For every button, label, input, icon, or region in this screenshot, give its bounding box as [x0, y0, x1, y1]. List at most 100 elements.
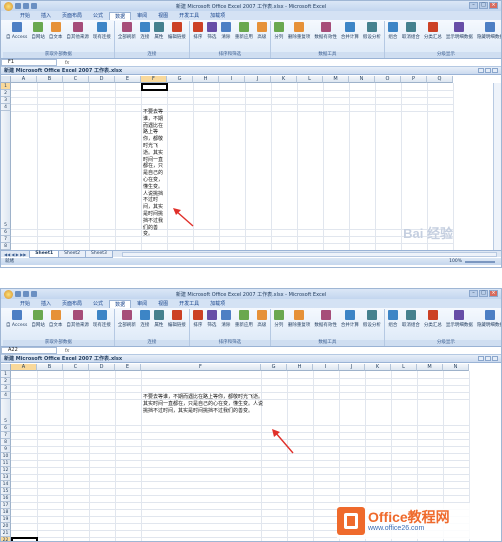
- ribbon-button[interactable]: 重新应用: [235, 310, 253, 328]
- tab-6[interactable]: 视图: [153, 12, 173, 20]
- ribbon-button[interactable]: 自网站: [31, 22, 45, 40]
- ribbon-button[interactable]: 分列: [273, 310, 284, 328]
- column-header[interactable]: Q: [427, 76, 453, 83]
- column-header[interactable]: M: [417, 364, 443, 371]
- active-cell-A22[interactable]: [11, 537, 38, 541]
- sheet-tab-sheet2[interactable]: Sheet2: [58, 250, 86, 258]
- ribbon-button[interactable]: 取消组合: [402, 22, 420, 40]
- tab-1[interactable]: 插入: [36, 300, 56, 308]
- row-header[interactable]: 9: [1, 446, 11, 453]
- ribbon-button[interactable]: 排序: [192, 310, 203, 328]
- column-header[interactable]: L: [391, 364, 417, 371]
- wb-restore-button[interactable]: [485, 356, 491, 361]
- column-header[interactable]: I: [219, 76, 245, 83]
- ribbon-button[interactable]: 属性: [153, 22, 164, 40]
- tab-4[interactable]: 数据: [109, 300, 132, 308]
- row-header[interactable]: 16: [1, 495, 11, 502]
- row-header[interactable]: 20: [1, 523, 11, 530]
- ribbon-button[interactable]: 筛选: [206, 310, 217, 328]
- row-header[interactable]: 1: [1, 371, 11, 378]
- wb-restore-button[interactable]: [485, 68, 491, 73]
- row-header[interactable]: 11: [1, 460, 11, 467]
- ribbon-button[interactable]: 组合: [387, 310, 398, 328]
- ribbon-button[interactable]: 全部刷新: [118, 310, 136, 328]
- row-header[interactable]: 21: [1, 530, 11, 537]
- column-header[interactable]: F: [141, 364, 261, 371]
- row-header[interactable]: 14: [1, 481, 11, 488]
- row-header[interactable]: 7: [1, 432, 11, 439]
- row-header[interactable]: 2: [1, 90, 11, 97]
- fx-icon[interactable]: fx: [57, 348, 77, 354]
- row-header[interactable]: 5: [1, 111, 11, 229]
- column-header[interactable]: F: [141, 76, 167, 83]
- column-header[interactable]: E: [115, 76, 141, 83]
- ribbon-button[interactable]: 编辑链接: [168, 22, 186, 40]
- tab-8[interactable]: 加载项: [205, 12, 230, 20]
- column-header[interactable]: I: [313, 364, 339, 371]
- column-header[interactable]: A: [11, 364, 37, 371]
- ribbon-button[interactable]: 取消组合: [402, 310, 420, 328]
- ribbon-button[interactable]: 现有连接: [93, 310, 111, 328]
- row-header[interactable]: 6: [1, 425, 11, 432]
- ribbon-button[interactable]: 自其他来源: [66, 310, 89, 328]
- ribbon-button[interactable]: 自 Access: [6, 310, 27, 328]
- row-header[interactable]: 5: [1, 399, 11, 425]
- row-header[interactable]: 17: [1, 502, 11, 509]
- column-header[interactable]: K: [271, 76, 297, 83]
- column-header[interactable]: B: [37, 364, 63, 371]
- zoom-level[interactable]: 100%: [449, 258, 462, 265]
- row-header[interactable]: 10: [1, 453, 11, 460]
- wb-minimize-button[interactable]: [478, 68, 484, 73]
- column-header[interactable]: L: [297, 76, 323, 83]
- select-all-corner[interactable]: [1, 76, 11, 83]
- column-header[interactable]: C: [63, 364, 89, 371]
- row-header[interactable]: 18: [1, 509, 11, 516]
- name-box[interactable]: A22: [1, 347, 57, 354]
- column-header[interactable]: G: [167, 76, 193, 83]
- ribbon-button[interactable]: 编辑链接: [168, 310, 186, 328]
- ribbon-button[interactable]: 合并计算: [341, 310, 359, 328]
- column-header[interactable]: N: [443, 364, 469, 371]
- tab-3[interactable]: 公式: [88, 300, 108, 308]
- column-header[interactable]: A: [11, 76, 37, 83]
- column-header[interactable]: H: [287, 364, 313, 371]
- maximize-button[interactable]: □: [479, 290, 488, 297]
- active-cell-F1[interactable]: [141, 83, 168, 91]
- column-header[interactable]: H: [193, 76, 219, 83]
- ribbon-button[interactable]: 分类汇总: [424, 22, 442, 40]
- ribbon-button[interactable]: 连接: [139, 22, 150, 40]
- ribbon-button[interactable]: 全部刷新: [118, 22, 136, 40]
- column-header[interactable]: E: [115, 364, 141, 371]
- select-all-corner[interactable]: [1, 364, 11, 371]
- ribbon-button[interactable]: 删除重复项: [288, 22, 310, 40]
- column-header[interactable]: M: [323, 76, 349, 83]
- row-header[interactable]: 8: [1, 243, 11, 250]
- row-header[interactable]: 12: [1, 467, 11, 474]
- tab-7[interactable]: 开发工具: [174, 12, 204, 20]
- row-header[interactable]: 15: [1, 488, 11, 495]
- minimize-button[interactable]: –: [469, 290, 478, 297]
- column-header[interactable]: K: [365, 364, 391, 371]
- tab-2[interactable]: 页面布局: [57, 12, 87, 20]
- column-header[interactable]: N: [349, 76, 375, 83]
- row-header[interactable]: 3: [1, 385, 11, 392]
- wb-close-button[interactable]: [492, 356, 498, 361]
- row-header[interactable]: 19: [1, 516, 11, 523]
- close-button[interactable]: ×: [489, 2, 498, 9]
- sheet-nav-arrows-icon[interactable]: ◀◀ ◀ ▶ ▶▶: [1, 252, 29, 257]
- tab-5[interactable]: 审阅: [132, 12, 152, 20]
- close-button[interactable]: ×: [489, 290, 498, 297]
- maximize-button[interactable]: □: [479, 2, 488, 9]
- row-header[interactable]: 2: [1, 378, 11, 385]
- ribbon-button[interactable]: 隐藏明细数据: [477, 310, 501, 328]
- ribbon-button[interactable]: 删除重复项: [288, 310, 310, 328]
- tab-1[interactable]: 插入: [36, 12, 56, 20]
- sheet-tab-sheet3[interactable]: Sheet3: [85, 250, 113, 258]
- row-header[interactable]: 8: [1, 439, 11, 446]
- column-header[interactable]: O: [375, 76, 401, 83]
- column-header[interactable]: C: [63, 76, 89, 83]
- ribbon-button[interactable]: 组合: [387, 22, 398, 40]
- row-header[interactable]: 4: [1, 392, 11, 399]
- column-header[interactable]: D: [89, 364, 115, 371]
- ribbon-button[interactable]: 假设分析: [363, 22, 381, 40]
